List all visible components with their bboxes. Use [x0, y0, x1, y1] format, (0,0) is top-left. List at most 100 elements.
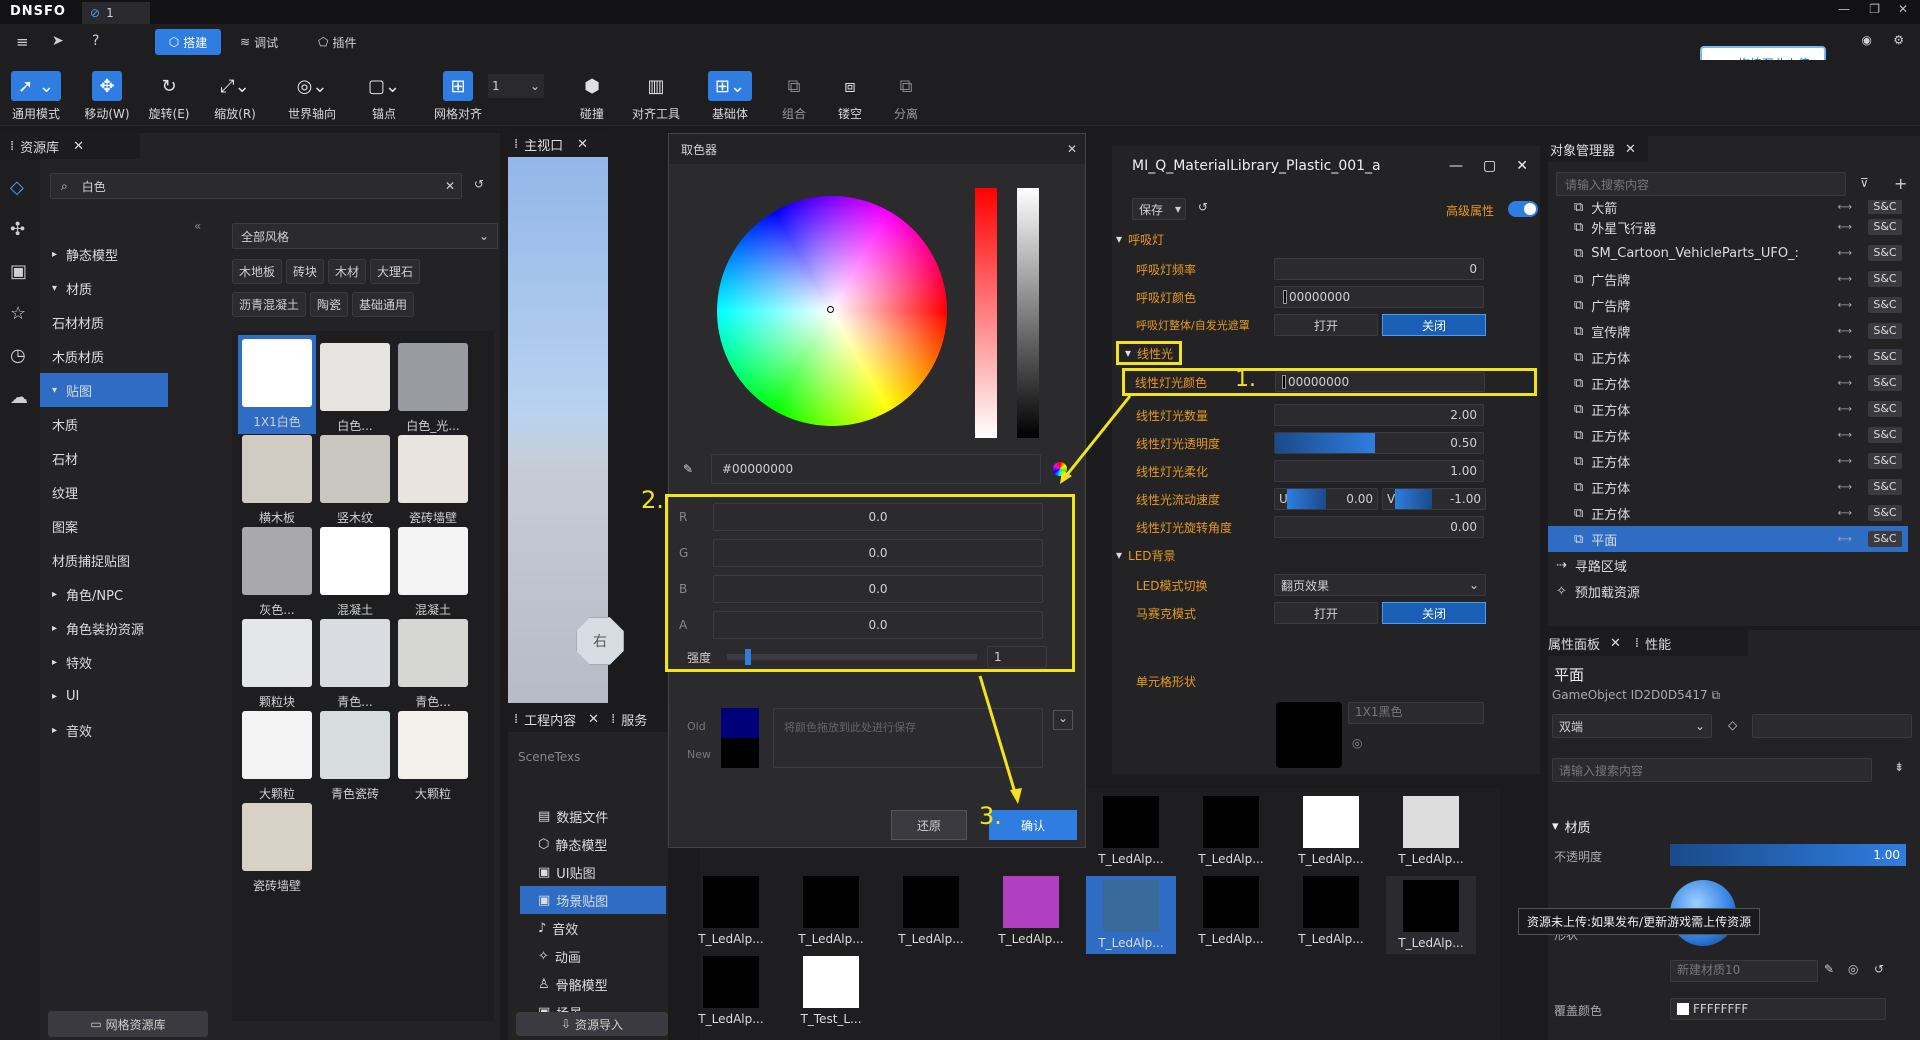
build-tab[interactable]: ⬡ 搭建	[155, 29, 221, 55]
strength-slider[interactable]	[727, 649, 977, 665]
breath-close-button[interactable]: 关闭	[1382, 314, 1486, 336]
link-icon[interactable]: ⟷	[1838, 202, 1852, 213]
material-section[interactable]: ▾ 材质	[1552, 814, 1591, 838]
new-material-input[interactable]: 新建材质10	[1670, 960, 1818, 982]
briefcase-icon[interactable]: ▣	[10, 261, 27, 282]
object-row[interactable]: ⧉ 正方体 ⟷ S&C	[1548, 396, 1908, 422]
close-icon[interactable]: ✕	[1610, 636, 1621, 651]
mosaic-close-button[interactable]: 关闭	[1382, 602, 1486, 624]
tree-item[interactable]: 木质材质	[40, 339, 220, 373]
reset-icon[interactable]: ↺	[1874, 962, 1884, 976]
linear-light-section[interactable]: ▾ 线性光	[1112, 340, 1540, 366]
project-folder[interactable]: ▣ 场景贴图	[520, 886, 666, 914]
project-folder[interactable]: ♪ 音效	[508, 914, 668, 942]
tree-item[interactable]: 材质捕捉贴图	[40, 543, 220, 577]
import-button[interactable]: ⇩ 资源导入	[516, 1012, 668, 1036]
sc-badge[interactable]: S&C	[1868, 531, 1902, 547]
texture-thumbnail[interactable]: 大颗粒	[242, 711, 312, 802]
scale-tool[interactable]: ⤢⌄ 缩放(R)	[210, 64, 260, 122]
object-row[interactable]: ⧉ 广告牌 ⟷ S&C	[1548, 266, 1908, 292]
tree-item[interactable]: 木质	[40, 407, 220, 441]
link-icon[interactable]: ⟷	[1838, 482, 1852, 493]
cell-shape-texture[interactable]: 1X1黑色	[1348, 702, 1484, 724]
eyedropper-icon[interactable]: ✎	[683, 462, 693, 476]
cell-shape-preview[interactable]	[1276, 702, 1342, 768]
texture-thumbnail[interactable]: 大颗粒	[398, 711, 468, 802]
texture-thumbnail[interactable]: 瓷砖墙壁	[398, 435, 468, 526]
linear-rotation-input[interactable]: 0.00	[1274, 516, 1484, 538]
texture-thumbnail[interactable]: 瓷砖墙壁	[242, 803, 312, 894]
linear-count-input[interactable]: 2.00	[1274, 404, 1484, 426]
clock-icon[interactable]: ◷	[10, 345, 26, 366]
tree-item[interactable]: ▸ 静态模型	[40, 237, 220, 271]
texture-thumbnail[interactable]: 颗粒块	[242, 619, 312, 710]
tag-chip[interactable]: 基础通用	[352, 292, 415, 317]
tree-item[interactable]: ▸ 音效	[40, 713, 220, 747]
object-search-input[interactable]: 请输入搜索内容	[1556, 172, 1846, 196]
move-tool[interactable]: ✥ 移动(W)	[80, 64, 134, 122]
project-folder[interactable]: ▤ 数据文件	[508, 802, 668, 830]
link-icon[interactable]: ⟷	[1838, 352, 1852, 363]
sc-badge[interactable]: S&C	[1868, 323, 1902, 339]
close-window-icon[interactable]: ✕	[1898, 2, 1908, 16]
minimize-icon[interactable]: —	[1838, 2, 1850, 16]
close-icon[interactable]: ✕	[588, 712, 599, 727]
tree-item[interactable]: ▸ 特效	[40, 645, 220, 679]
anchor-tool[interactable]: ▢⌄ 锚点	[362, 64, 406, 122]
texture-thumbnail[interactable]: 白色_光...	[398, 343, 468, 434]
object-row[interactable]: ⧉ 正方体 ⟷ S&C	[1548, 474, 1908, 500]
led-mode-select[interactable]: 翻页效果 ⌄	[1274, 574, 1486, 596]
service-tab[interactable]: 服务	[621, 710, 647, 729]
hamburger-icon[interactable]: ≡	[16, 33, 29, 51]
pin-icon[interactable]: ⇟	[1894, 760, 1904, 774]
close-icon[interactable]: ✕	[577, 137, 588, 152]
primitive-tool[interactable]: ⊞⌄ 基础体	[700, 64, 760, 122]
asset-item[interactable]: T_LedAlp...	[1386, 796, 1476, 866]
texture-thumbnail[interactable]: 1X1白色	[238, 335, 316, 434]
send-icon[interactable]: ➤	[52, 33, 64, 49]
tag-input[interactable]	[1752, 714, 1912, 738]
locate-icon[interactable]: ◎	[1352, 736, 1362, 750]
reset-button[interactable]: 还原	[891, 810, 967, 840]
debug-tab[interactable]: ≋ 调试	[240, 29, 278, 55]
close-icon[interactable]: ✕	[73, 139, 84, 154]
texture-thumbnail[interactable]: 青色...	[320, 619, 390, 710]
main-viewport[interactable]: ⁞ 主视口 ✕ 右	[508, 131, 624, 703]
object-row[interactable]: ⧉ 外星飞行器 ⟷ S&C	[1548, 214, 1908, 240]
saved-colors-dropzone[interactable]: 将颜色拖放到此处进行保存	[773, 708, 1043, 768]
grid-snap-tool[interactable]: ⊞ 网格对齐	[428, 64, 488, 122]
hollow-tool[interactable]: ⧈ 镂空	[832, 64, 868, 122]
tree-item[interactable]: ▸ 角色装扮资源	[40, 611, 220, 645]
nodes-icon[interactable]: ✣	[10, 219, 25, 240]
asset-item[interactable]: T_LedAlp...	[1186, 796, 1276, 866]
restore-icon[interactable]: ❐	[1869, 2, 1880, 16]
object-row[interactable]: ⧉ 平面 ⟷ S&C	[1548, 526, 1908, 552]
save-button[interactable]: 保存 ▾	[1132, 198, 1186, 220]
cloud-upload-icon[interactable]: ☁	[10, 387, 28, 408]
mesh-library-button[interactable]: ▭ 网格资源库	[48, 1011, 208, 1037]
asset-item[interactable]: T_LedAlp...	[986, 876, 1076, 946]
speed-u-input[interactable]: U 0.00	[1274, 488, 1378, 510]
texture-thumbnail[interactable]: 灰色...	[242, 527, 312, 618]
sc-badge[interactable]: S&C	[1868, 401, 1902, 417]
star-icon[interactable]: ☆	[10, 303, 26, 324]
asset-item[interactable]: T_LedAlp...	[786, 876, 876, 946]
wheel-cursor[interactable]	[827, 306, 834, 313]
tag-chip[interactable]: 砖块	[286, 259, 325, 284]
sc-badge[interactable]: S&C	[1868, 375, 1902, 391]
collision-tool[interactable]: ⬢ 碰撞	[572, 64, 612, 122]
performance-tab[interactable]: 性能	[1645, 634, 1671, 653]
link-icon[interactable]: ⟷	[1838, 274, 1852, 285]
project-folder[interactable]: ⬡ 静态模型	[508, 830, 668, 858]
saturation-slider[interactable]	[975, 188, 997, 438]
asset-item[interactable]: T_LedAlp...	[1186, 876, 1276, 946]
texture-thumbnail[interactable]: 横木板	[242, 435, 312, 526]
gear-icon[interactable]: ⚙	[1893, 33, 1904, 47]
object-row[interactable]: ⧉ 正方体 ⟷ S&C	[1548, 500, 1908, 526]
linear-color-input[interactable]: 00000000	[1275, 372, 1485, 392]
color-wheel[interactable]	[717, 196, 947, 426]
close-icon[interactable]: ✕	[1067, 142, 1077, 156]
speed-v-input[interactable]: V -1.00	[1382, 488, 1486, 510]
strength-input[interactable]: 1	[987, 646, 1047, 668]
linear-opacity-slider[interactable]: 0.50	[1274, 432, 1484, 454]
